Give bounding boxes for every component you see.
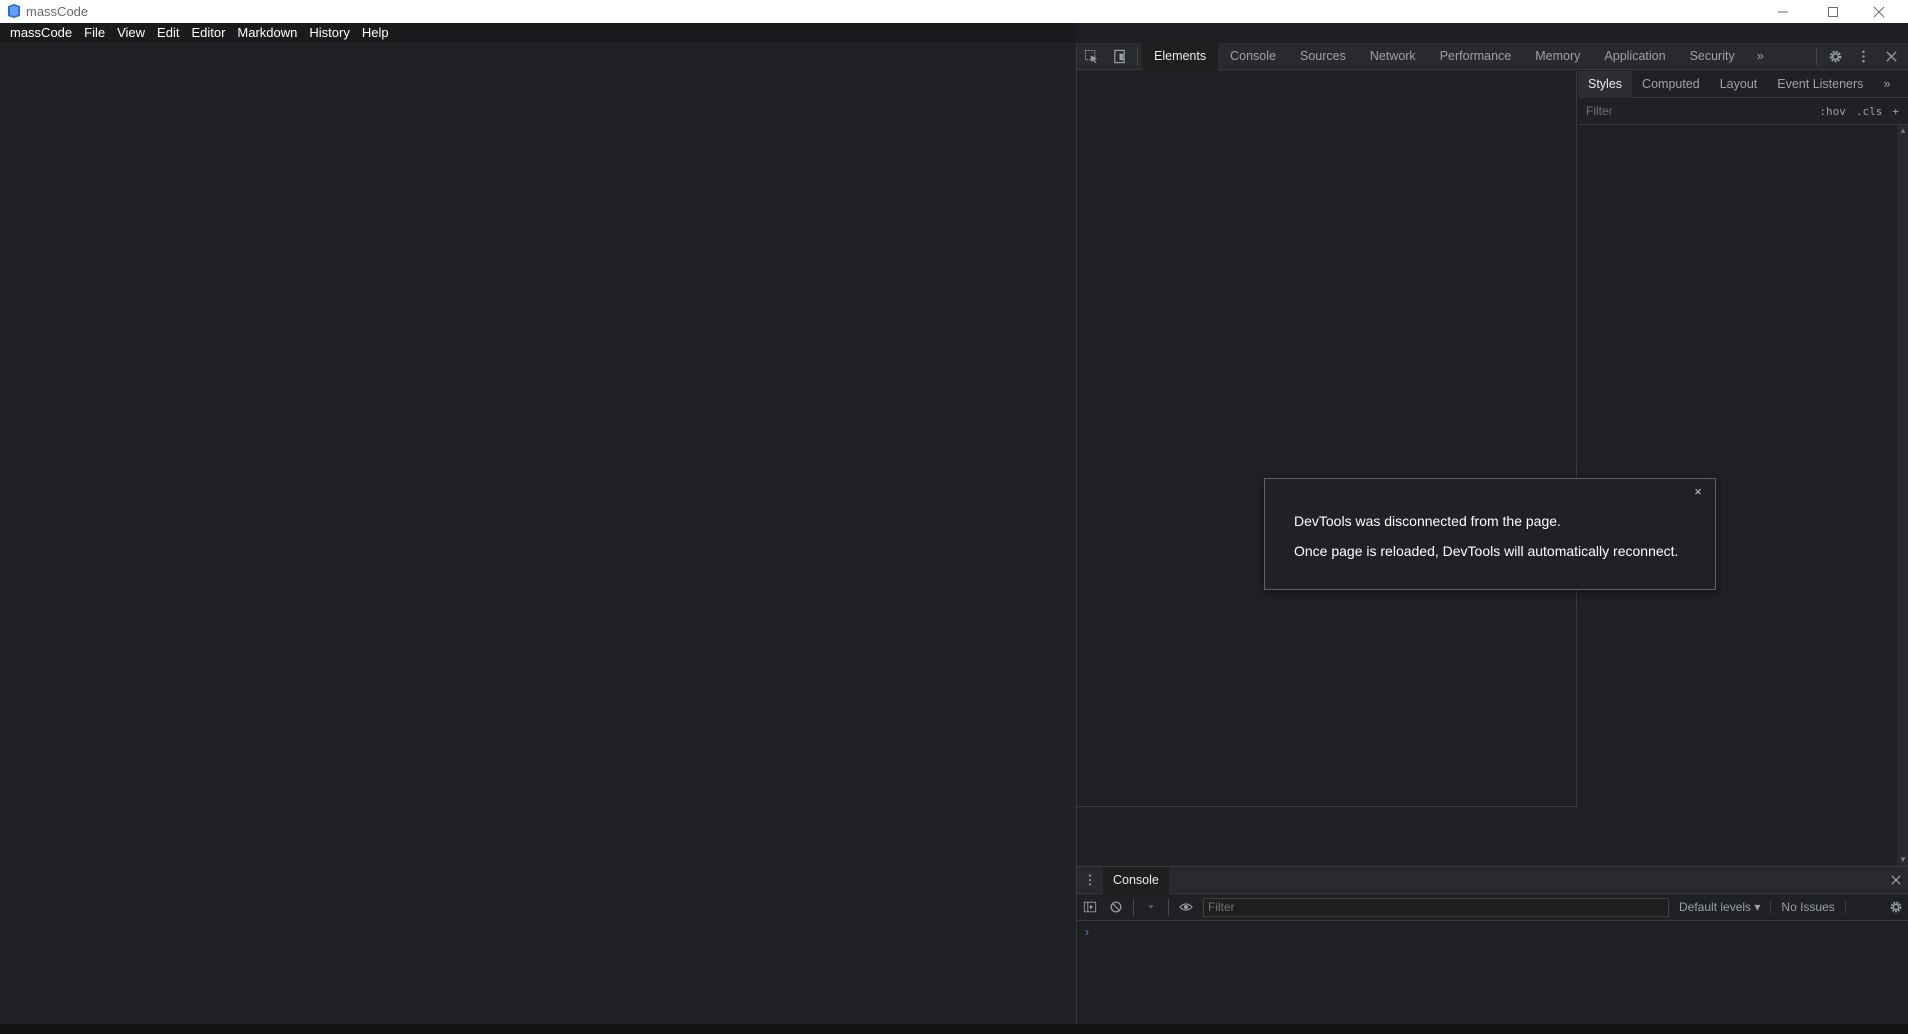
menu-history[interactable]: History [303, 23, 355, 43]
menu-file[interactable]: File [78, 23, 111, 43]
toolbar-divider [1137, 47, 1138, 65]
tab-console[interactable]: Console [1218, 43, 1288, 70]
tab-computed[interactable]: Computed [1632, 71, 1710, 98]
title-bar: massCode [0, 0, 1908, 23]
elements-divider [1077, 806, 1577, 807]
styles-scrollbar[interactable]: ▲ ▼ [1897, 125, 1908, 866]
inspect-cursor-icon [1084, 49, 1097, 63]
more-sidebar-tabs-chevron-icon[interactable]: » [1873, 71, 1900, 98]
menu-view[interactable]: View [111, 23, 151, 43]
menu-markdown[interactable]: Markdown [231, 23, 303, 43]
gear-icon [1890, 901, 1902, 913]
close-devtools-button[interactable] [1877, 43, 1905, 70]
tab-application[interactable]: Application [1592, 43, 1677, 70]
settings-button[interactable] [1821, 43, 1849, 70]
menu-masscode[interactable]: massCode [4, 23, 78, 43]
devtools-tab-bar: Elements Console Sources Network Perform… [1077, 42, 1908, 70]
toolbar-divider [1816, 48, 1817, 65]
console-toolbar: Filter Default levels ▾ No Issues [1077, 894, 1908, 921]
menu-bar: massCode File View Edit Editor Markdown … [0, 23, 1076, 43]
toolbar-divider [1168, 898, 1169, 916]
dialog-message-line1: DevTools was disconnected from the page. [1294, 513, 1561, 529]
more-tabs-chevron-icon[interactable]: » [1747, 49, 1774, 63]
menu-editor[interactable]: Editor [185, 23, 231, 43]
drawer-tab-bar: Console [1077, 866, 1908, 894]
styles-sidebar: Styles Computed Layout Event Listeners »… [1578, 70, 1908, 866]
dialog-message-line2: Once page is reloaded, DevTools will aut… [1294, 543, 1679, 559]
bottom-edge [0, 1024, 1908, 1034]
tab-sources[interactable]: Sources [1288, 43, 1358, 70]
menu-help[interactable]: Help [356, 23, 395, 43]
clear-ban-icon [1110, 901, 1122, 913]
close-icon [1873, 6, 1885, 17]
device-toolbar-button[interactable] [1105, 43, 1133, 70]
customize-menu-button[interactable] [1849, 43, 1877, 70]
close-icon [1891, 875, 1901, 885]
tab-memory[interactable]: Memory [1523, 43, 1592, 70]
tab-performance[interactable]: Performance [1428, 43, 1524, 70]
kebab-menu-icon [1861, 50, 1865, 63]
inspect-element-button[interactable] [1077, 43, 1105, 70]
gear-icon [1829, 50, 1841, 63]
window-title: massCode [26, 4, 89, 19]
clear-console-button[interactable] [1103, 894, 1129, 921]
close-drawer-button[interactable] [1883, 867, 1908, 894]
devtools-disconnected-dialog: × DevTools was disconnected from the pag… [1264, 478, 1716, 590]
sidebar-tab-bar: Styles Computed Layout Event Listeners » [1578, 70, 1908, 98]
context-selector-button[interactable] [1138, 894, 1164, 921]
drawer-menu-button[interactable] [1077, 867, 1103, 894]
tab-styles[interactable]: Styles [1578, 70, 1633, 98]
console-filter-input[interactable]: Filter [1203, 897, 1669, 917]
hover-state-toggle[interactable]: :hov [1819, 105, 1846, 118]
app-content-area [0, 43, 1076, 1024]
styles-filter-input[interactable]: Filter [1586, 104, 1819, 118]
scroll-up-arrow-icon[interactable]: ▲ [1897, 125, 1908, 137]
toolbar-divider [1133, 898, 1134, 916]
elements-dom-tree[interactable] [1077, 71, 1577, 808]
close-icon [1885, 51, 1897, 62]
styles-filter-row: Filter :hov .cls + [1578, 98, 1908, 125]
maximize-icon [1828, 6, 1838, 17]
issues-counter[interactable]: No Issues [1770, 900, 1846, 914]
kebab-menu-icon [1088, 874, 1092, 886]
console-prompt-chevron-icon[interactable]: › [1085, 925, 1089, 939]
show-sidebar-button[interactable] [1077, 894, 1103, 921]
console-drawer: Console Filter Default levels ▾ No Issue… [1077, 866, 1908, 1024]
tab-event-listeners[interactable]: Event Listeners [1767, 71, 1873, 98]
tab-elements[interactable]: Elements [1142, 42, 1219, 70]
log-levels-dropdown[interactable]: Default levels ▾ [1669, 900, 1770, 914]
maximize-button[interactable] [1810, 0, 1856, 23]
minimize-button[interactable] [1760, 0, 1806, 23]
devtools-actions [1812, 43, 1905, 70]
class-toggle[interactable]: .cls [1856, 105, 1883, 118]
minimize-icon [1778, 11, 1788, 12]
eye-icon [1179, 903, 1193, 911]
tab-network[interactable]: Network [1358, 43, 1428, 70]
live-expression-button[interactable] [1173, 894, 1199, 921]
masscode-logo-icon [8, 4, 20, 18]
scroll-down-arrow-icon[interactable]: ▼ [1897, 854, 1908, 866]
console-settings-button[interactable] [1883, 894, 1908, 921]
tab-security[interactable]: Security [1678, 43, 1747, 70]
new-style-rule-button[interactable]: + [1892, 105, 1899, 118]
device-mobile-icon [1113, 49, 1125, 63]
drawer-tab-console[interactable]: Console [1103, 866, 1169, 894]
dialog-close-button[interactable]: × [1691, 485, 1705, 499]
sidebar-toggle-icon [1083, 901, 1097, 913]
dropdown-triangle-icon [1148, 905, 1154, 909]
close-window-button[interactable] [1856, 0, 1902, 23]
tab-layout[interactable]: Layout [1710, 71, 1768, 98]
menu-edit[interactable]: Edit [151, 23, 185, 43]
